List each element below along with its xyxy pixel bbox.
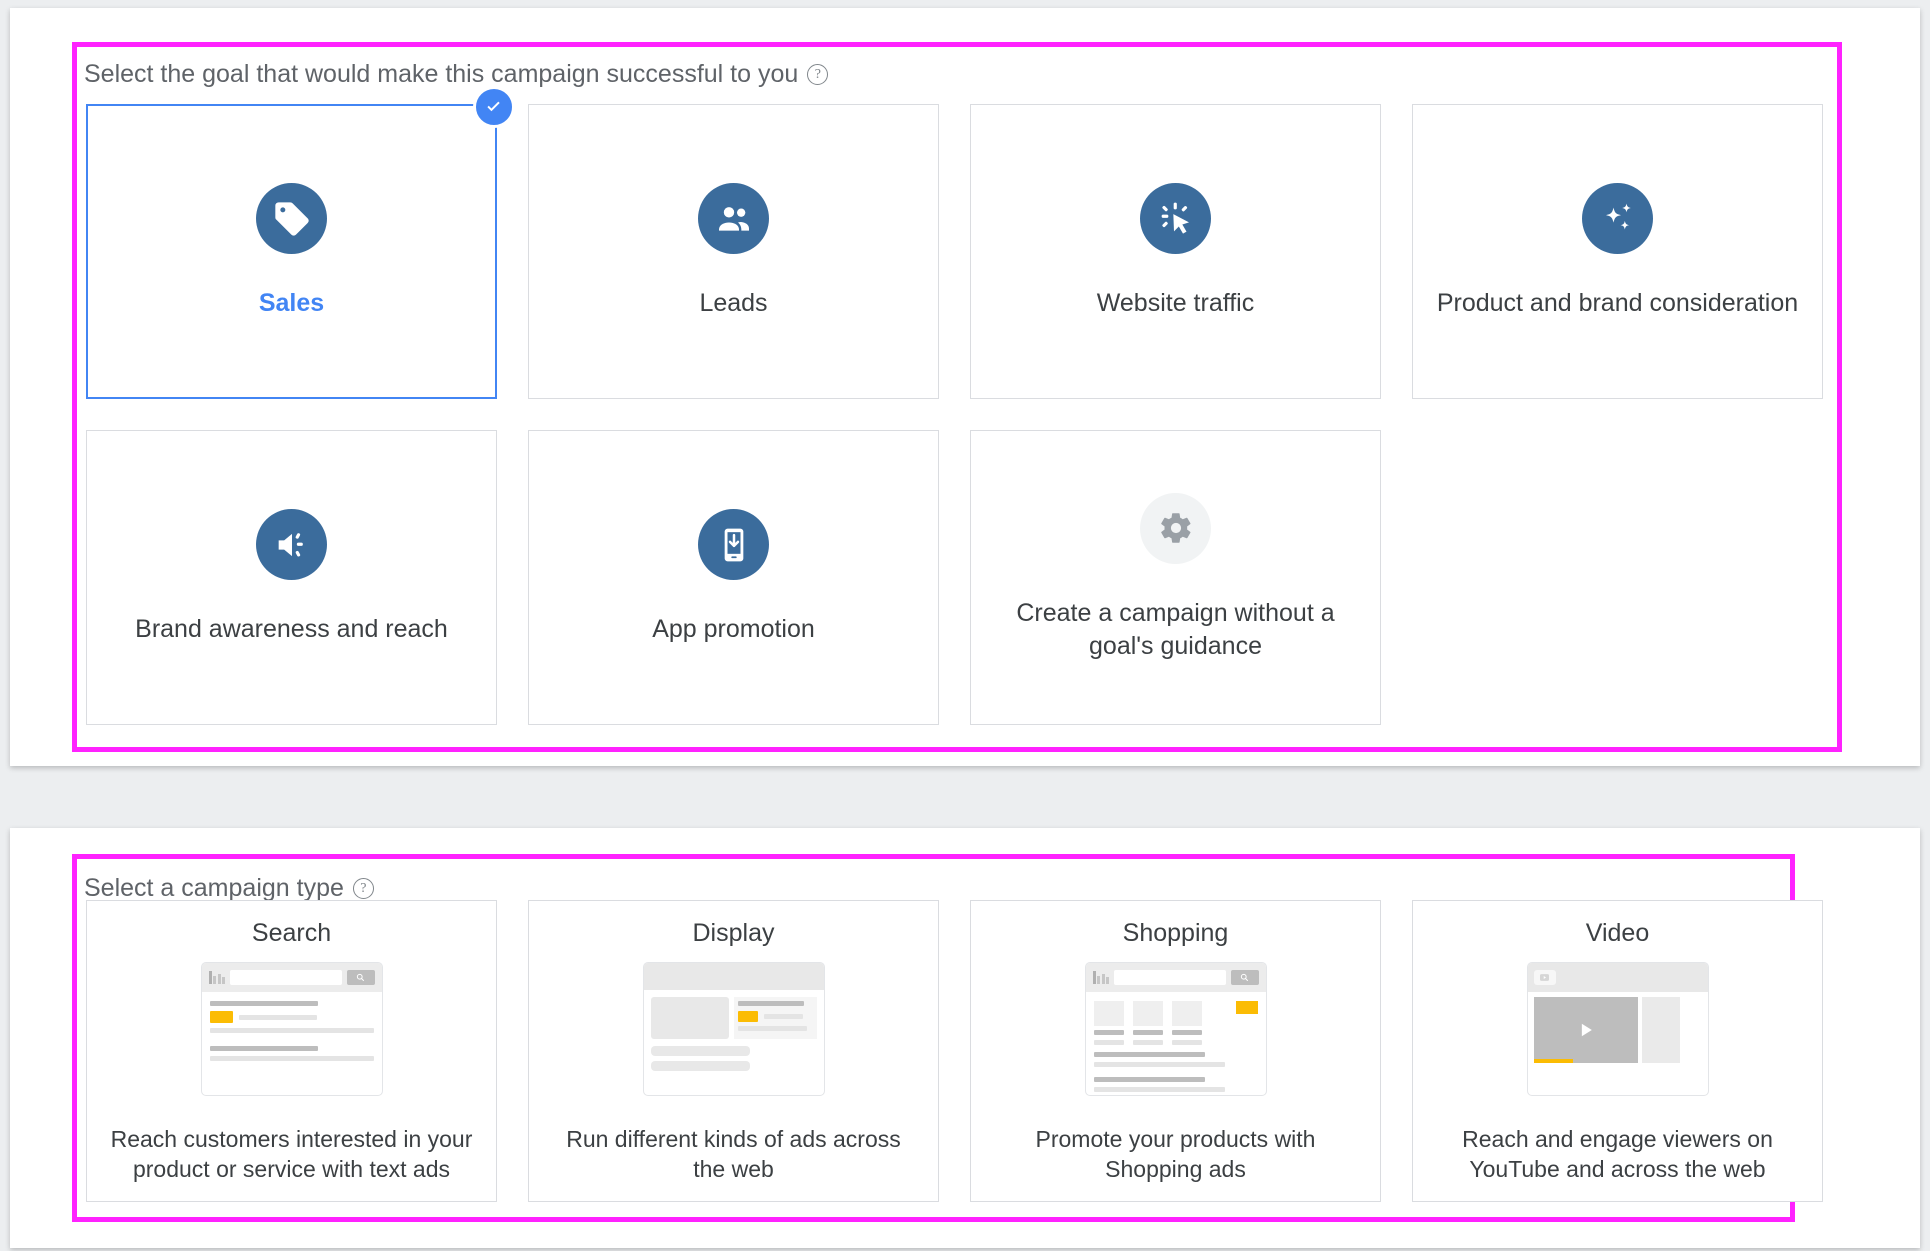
campaign-types-panel: Select a campaign type ? Search Reach cu… <box>10 828 1920 1248</box>
search-icon <box>346 970 375 985</box>
campaign-type-grid: Search Reach customers interested in you… <box>86 900 1823 1202</box>
logo-bars-icon <box>1092 971 1109 984</box>
thumbnail-results <box>202 992 382 1075</box>
ad-badge <box>737 1011 758 1022</box>
thumbnail-text-lines <box>644 1046 824 1083</box>
play-icon <box>1581 1023 1592 1037</box>
goal-card-leads[interactable]: Leads <box>528 104 939 399</box>
thumbnail-page-header <box>643 963 824 990</box>
thumbnail-ad-panel <box>733 997 817 1039</box>
goal-card-sales[interactable]: Sales <box>86 86 515 399</box>
goal-card-no-goal-guidance[interactable]: Create a campaign without a goal's guida… <box>970 430 1381 725</box>
gear-icon <box>1140 492 1211 564</box>
ad-badge <box>1235 1001 1258 1014</box>
help-circle-icon[interactable]: ? <box>807 64 829 85</box>
campaign-type-card-video[interactable]: Video Reach and engage viewers on YouTub… <box>1412 900 1823 1202</box>
thumbnail-video-body <box>1528 992 1708 1063</box>
campaign-type-description: Reach and engage viewers on YouTube and … <box>1462 1126 1773 1183</box>
campaign-type-card-shopping[interactable]: Shopping Promote your products with Shop… <box>970 900 1381 1202</box>
goal-card-brand-awareness[interactable]: Brand awareness and reach <box>86 430 497 725</box>
mobile-download-icon <box>698 509 769 580</box>
goal-card-product-brand-consideration[interactable]: Product and brand consideration <box>1412 104 1823 399</box>
thumbnail-video-header <box>1527 963 1708 992</box>
speaker-volume-icon <box>256 509 327 580</box>
campaign-type-description: Promote your products with Shopping ads <box>1035 1126 1316 1183</box>
price-tag-icon <box>256 183 327 254</box>
goal-label: Product and brand consideration <box>1436 289 1799 317</box>
people-group-icon <box>698 183 769 254</box>
goal-label: Create a campaign without a goal's guida… <box>1016 598 1335 660</box>
campaign-setup-page: Select the goal that would make this cam… <box>0 0 1930 1251</box>
thumbnail-product-results <box>1086 992 1266 1095</box>
goal-card-app-promotion[interactable]: App promotion <box>528 430 939 725</box>
search-icon <box>1230 970 1259 985</box>
goal-label: Brand awareness and reach <box>135 615 448 643</box>
logo-bars-icon <box>208 971 225 984</box>
goals-panel: Select the goal that would make this cam… <box>10 8 1920 766</box>
goal-grid-empty-slot <box>1412 430 1823 725</box>
video-player-mock <box>1533 997 1638 1063</box>
thumbnail-search-input <box>1114 970 1226 985</box>
campaign-type-card-search[interactable]: Search Reach customers interested in you… <box>86 900 497 1202</box>
campaign-type-title: Video <box>1585 919 1650 947</box>
thumbnail-sidebar-block <box>1641 997 1680 1063</box>
cursor-click-icon <box>1140 183 1211 254</box>
goal-label: Website traffic <box>1096 289 1255 317</box>
thumbnail-search-bar <box>201 963 382 992</box>
goals-header-label: Select the goal that would make this cam… <box>84 60 799 88</box>
goal-label: Leads <box>699 289 768 317</box>
video-progress-bar <box>1533 1059 1574 1063</box>
goal-card-grid: Sales Leads Website traffic Product and … <box>86 86 1826 725</box>
thumbnail-content-row <box>644 990 824 1046</box>
goal-card-website-traffic[interactable]: Website traffic <box>970 104 1381 399</box>
thumbnail-search-bar <box>1085 963 1266 992</box>
selected-check-icon <box>473 86 515 128</box>
campaign-type-description: Reach customers interested in your produ… <box>110 1126 473 1183</box>
thumbnail-product-tiles <box>1093 1001 1258 1045</box>
thumbnail-search-input <box>230 970 342 985</box>
campaign-type-title: Shopping <box>1122 919 1229 947</box>
campaign-type-description: Run different kinds of ads across the we… <box>566 1126 901 1183</box>
help-circle-icon[interactable]: ? <box>352 878 374 899</box>
video-player-thumbnail <box>1526 962 1709 1096</box>
display-banner-thumbnail <box>642 962 825 1096</box>
campaign-type-card-display[interactable]: Display Run different kinds of ads acros… <box>528 900 939 1202</box>
goal-label: Sales <box>258 289 325 317</box>
sparkles-icon <box>1582 183 1653 254</box>
youtube-play-icon <box>1533 970 1556 985</box>
thumbnail-image-block <box>650 997 729 1039</box>
search-results-thumbnail <box>200 962 383 1096</box>
campaign-types-section-header: Select a campaign type ? <box>84 874 374 903</box>
ad-badge <box>209 1011 233 1023</box>
shopping-results-thumbnail <box>1084 962 1267 1096</box>
campaign-type-title: Display <box>692 919 775 947</box>
campaign-type-title: Search <box>251 919 332 947</box>
goal-label: App promotion <box>652 615 815 643</box>
goals-section-header: Select the goal that would make this cam… <box>84 60 829 89</box>
campaign-types-header-label: Select a campaign type <box>84 874 344 902</box>
